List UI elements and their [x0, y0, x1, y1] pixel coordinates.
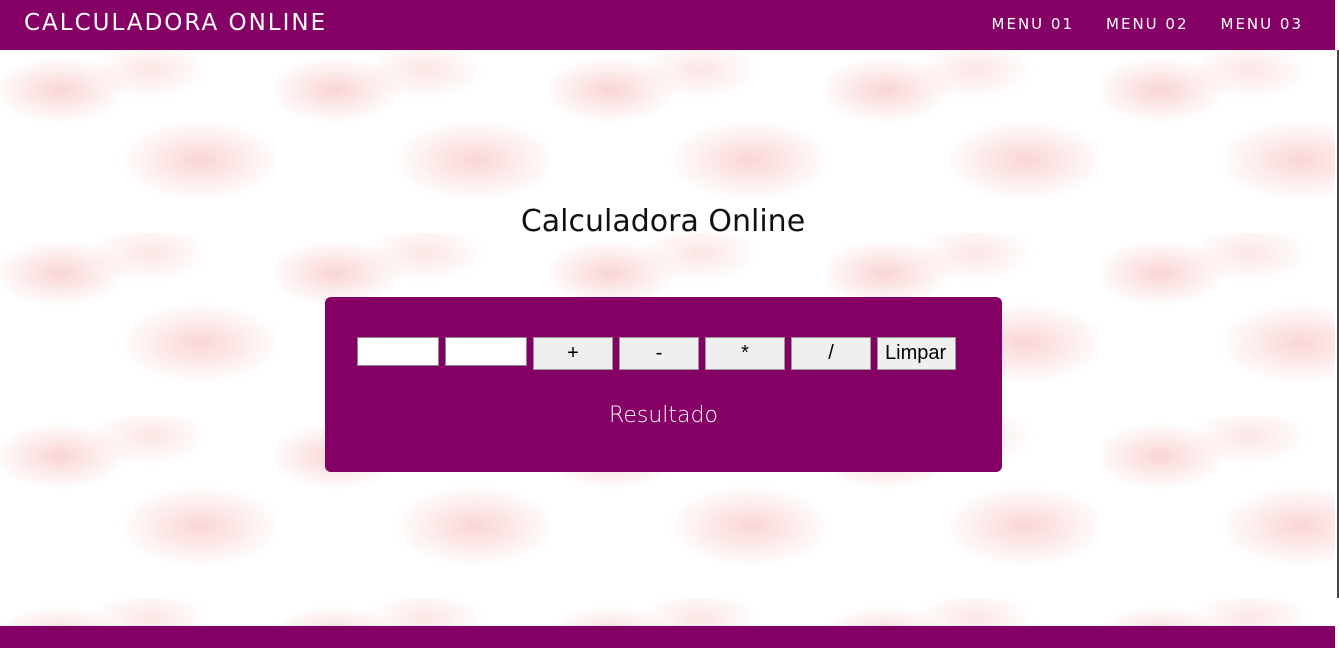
second-number-input[interactable] — [445, 337, 527, 366]
calculator-controls: + - * / Limpar — [357, 337, 956, 370]
multiply-button[interactable]: * — [705, 337, 785, 370]
first-number-input[interactable] — [357, 337, 439, 366]
clear-button[interactable]: Limpar — [877, 337, 956, 370]
divide-button[interactable]: / — [791, 337, 871, 370]
add-button[interactable]: + — [533, 337, 613, 370]
calculator-panel: + - * / Limpar Resultado — [325, 297, 1002, 472]
menu-item-03[interactable]: MENU 03 — [1221, 15, 1303, 33]
site-title[interactable]: CALCULADORA ONLINE — [24, 10, 327, 36]
menu-item-02[interactable]: MENU 02 — [1106, 15, 1188, 33]
result-text: Resultado — [609, 403, 718, 428]
menu-item-01[interactable]: MENU 01 — [992, 15, 1074, 33]
top-navbar: CALCULADORA ONLINE MENU 01 MENU 02 MENU … — [0, 0, 1335, 50]
footer-bar — [0, 626, 1335, 648]
subtract-button[interactable]: - — [619, 337, 699, 370]
page-title: Calculadora Online — [520, 204, 806, 239]
main-menu: MENU 01 MENU 02 MENU 03 — [992, 15, 1303, 33]
scrollbar[interactable] — [1335, 0, 1339, 648]
